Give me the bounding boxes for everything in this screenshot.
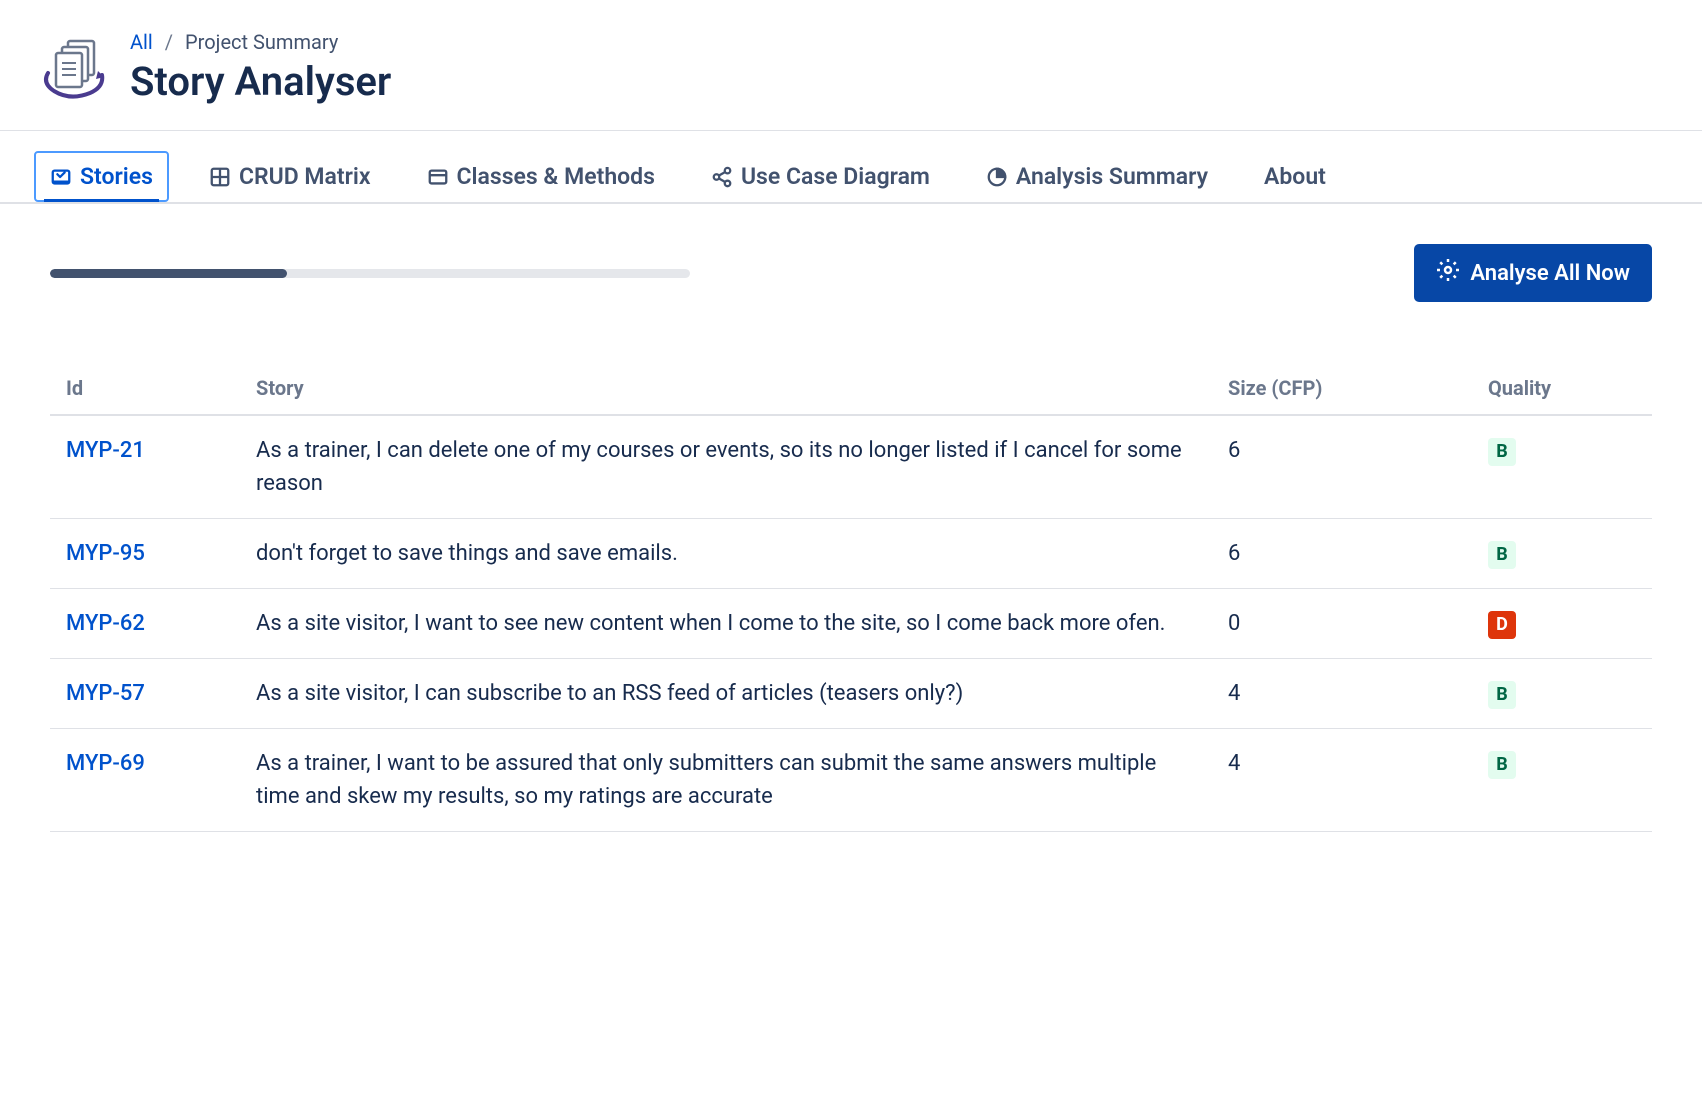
tab-use-case-diagram[interactable]: Use Case Diagram — [695, 151, 946, 202]
column-header-size: Size (CFP) — [1212, 362, 1472, 415]
progress-bar — [50, 269, 690, 278]
story-id-link[interactable]: MYP-57 — [66, 681, 145, 706]
tab-analysis-label: Analysis Summary — [1016, 163, 1208, 190]
tab-crud-matrix[interactable]: CRUD Matrix — [193, 151, 387, 202]
page-title: Story Analyser — [130, 58, 391, 105]
story-text: don't forget to save things and save ema… — [240, 519, 1212, 589]
story-size: 6 — [1212, 519, 1472, 589]
story-text: As a trainer, I can delete one of my cou… — [240, 415, 1212, 519]
progress-fill — [50, 269, 287, 278]
breadcrumb-all-link[interactable]: All — [130, 30, 153, 54]
story-id-link[interactable]: MYP-62 — [66, 611, 145, 636]
tab-usecase-label: Use Case Diagram — [741, 163, 930, 190]
column-header-story: Story — [240, 362, 1212, 415]
analyse-button-label: Analyse All Now — [1470, 261, 1630, 286]
story-text: As a trainer, I want to be assured that … — [240, 729, 1212, 832]
quality-badge: B — [1488, 751, 1516, 779]
breadcrumb-title-block: All / Project Summary Story Analyser — [130, 30, 391, 105]
grid-icon — [209, 166, 231, 188]
story-id-link[interactable]: MYP-21 — [66, 438, 145, 463]
tab-classes-methods[interactable]: Classes & Methods — [411, 151, 671, 202]
progress-row: Analyse All Now — [50, 244, 1652, 302]
window-icon — [427, 166, 449, 188]
quality-badge: B — [1488, 541, 1516, 569]
tab-stories[interactable]: Stories — [34, 151, 169, 202]
table-row: MYP-57 As a site visitor, I can subscribe… — [50, 659, 1652, 729]
quality-badge: B — [1488, 681, 1516, 709]
tabs: Stories CRUD Matrix Classes & Methods — [34, 151, 1668, 202]
story-size: 4 — [1212, 659, 1472, 729]
tab-about-label: About — [1264, 163, 1326, 190]
tab-about[interactable]: About — [1248, 151, 1342, 202]
table-row: MYP-95 don't forget to save things and sa… — [50, 519, 1652, 589]
gear-icon — [1436, 258, 1460, 288]
stories-icon — [50, 166, 72, 188]
table-row: MYP-21 As a trainer, I can delete one of … — [50, 415, 1652, 519]
tab-crud-label: CRUD Matrix — [239, 163, 371, 190]
analyse-all-button[interactable]: Analyse All Now — [1414, 244, 1652, 302]
column-header-quality: Quality — [1472, 362, 1652, 415]
breadcrumb-separator: / — [165, 30, 173, 54]
breadcrumb: All / Project Summary — [130, 30, 391, 54]
quality-badge: B — [1488, 438, 1516, 466]
breadcrumb-current: Project Summary — [185, 30, 338, 54]
story-id-link[interactable]: MYP-95 — [66, 541, 145, 566]
table-row: MYP-69 As a trainer, I want to be assured… — [50, 729, 1652, 832]
stories-table: Id Story Size (CFP) Quality MYP-21 As a t… — [50, 362, 1652, 832]
tabs-container: Stories CRUD Matrix Classes & Methods — [0, 131, 1702, 204]
tab-classes-label: Classes & Methods — [457, 163, 655, 190]
quality-badge: D — [1488, 611, 1516, 639]
story-size: 4 — [1212, 729, 1472, 832]
share-icon — [711, 166, 733, 188]
table-row: MYP-62 As a site visitor, I want to see n… — [50, 589, 1652, 659]
page-header: All / Project Summary Story Analyser — [0, 0, 1702, 131]
tab-analysis-summary[interactable]: Analysis Summary — [970, 151, 1224, 202]
app-logo-icon — [40, 33, 110, 103]
story-text: As a site visitor, I want to see new con… — [240, 589, 1212, 659]
content-area: Analyse All Now Id Story Size (CFP) Qual… — [0, 204, 1702, 872]
column-header-id: Id — [50, 362, 240, 415]
pie-chart-icon — [986, 166, 1008, 188]
story-text: As a site visitor, I can subscribe to an… — [240, 659, 1212, 729]
story-size: 6 — [1212, 415, 1472, 519]
story-size: 0 — [1212, 589, 1472, 659]
tab-stories-label: Stories — [80, 163, 153, 190]
story-id-link[interactable]: MYP-69 — [66, 751, 145, 776]
